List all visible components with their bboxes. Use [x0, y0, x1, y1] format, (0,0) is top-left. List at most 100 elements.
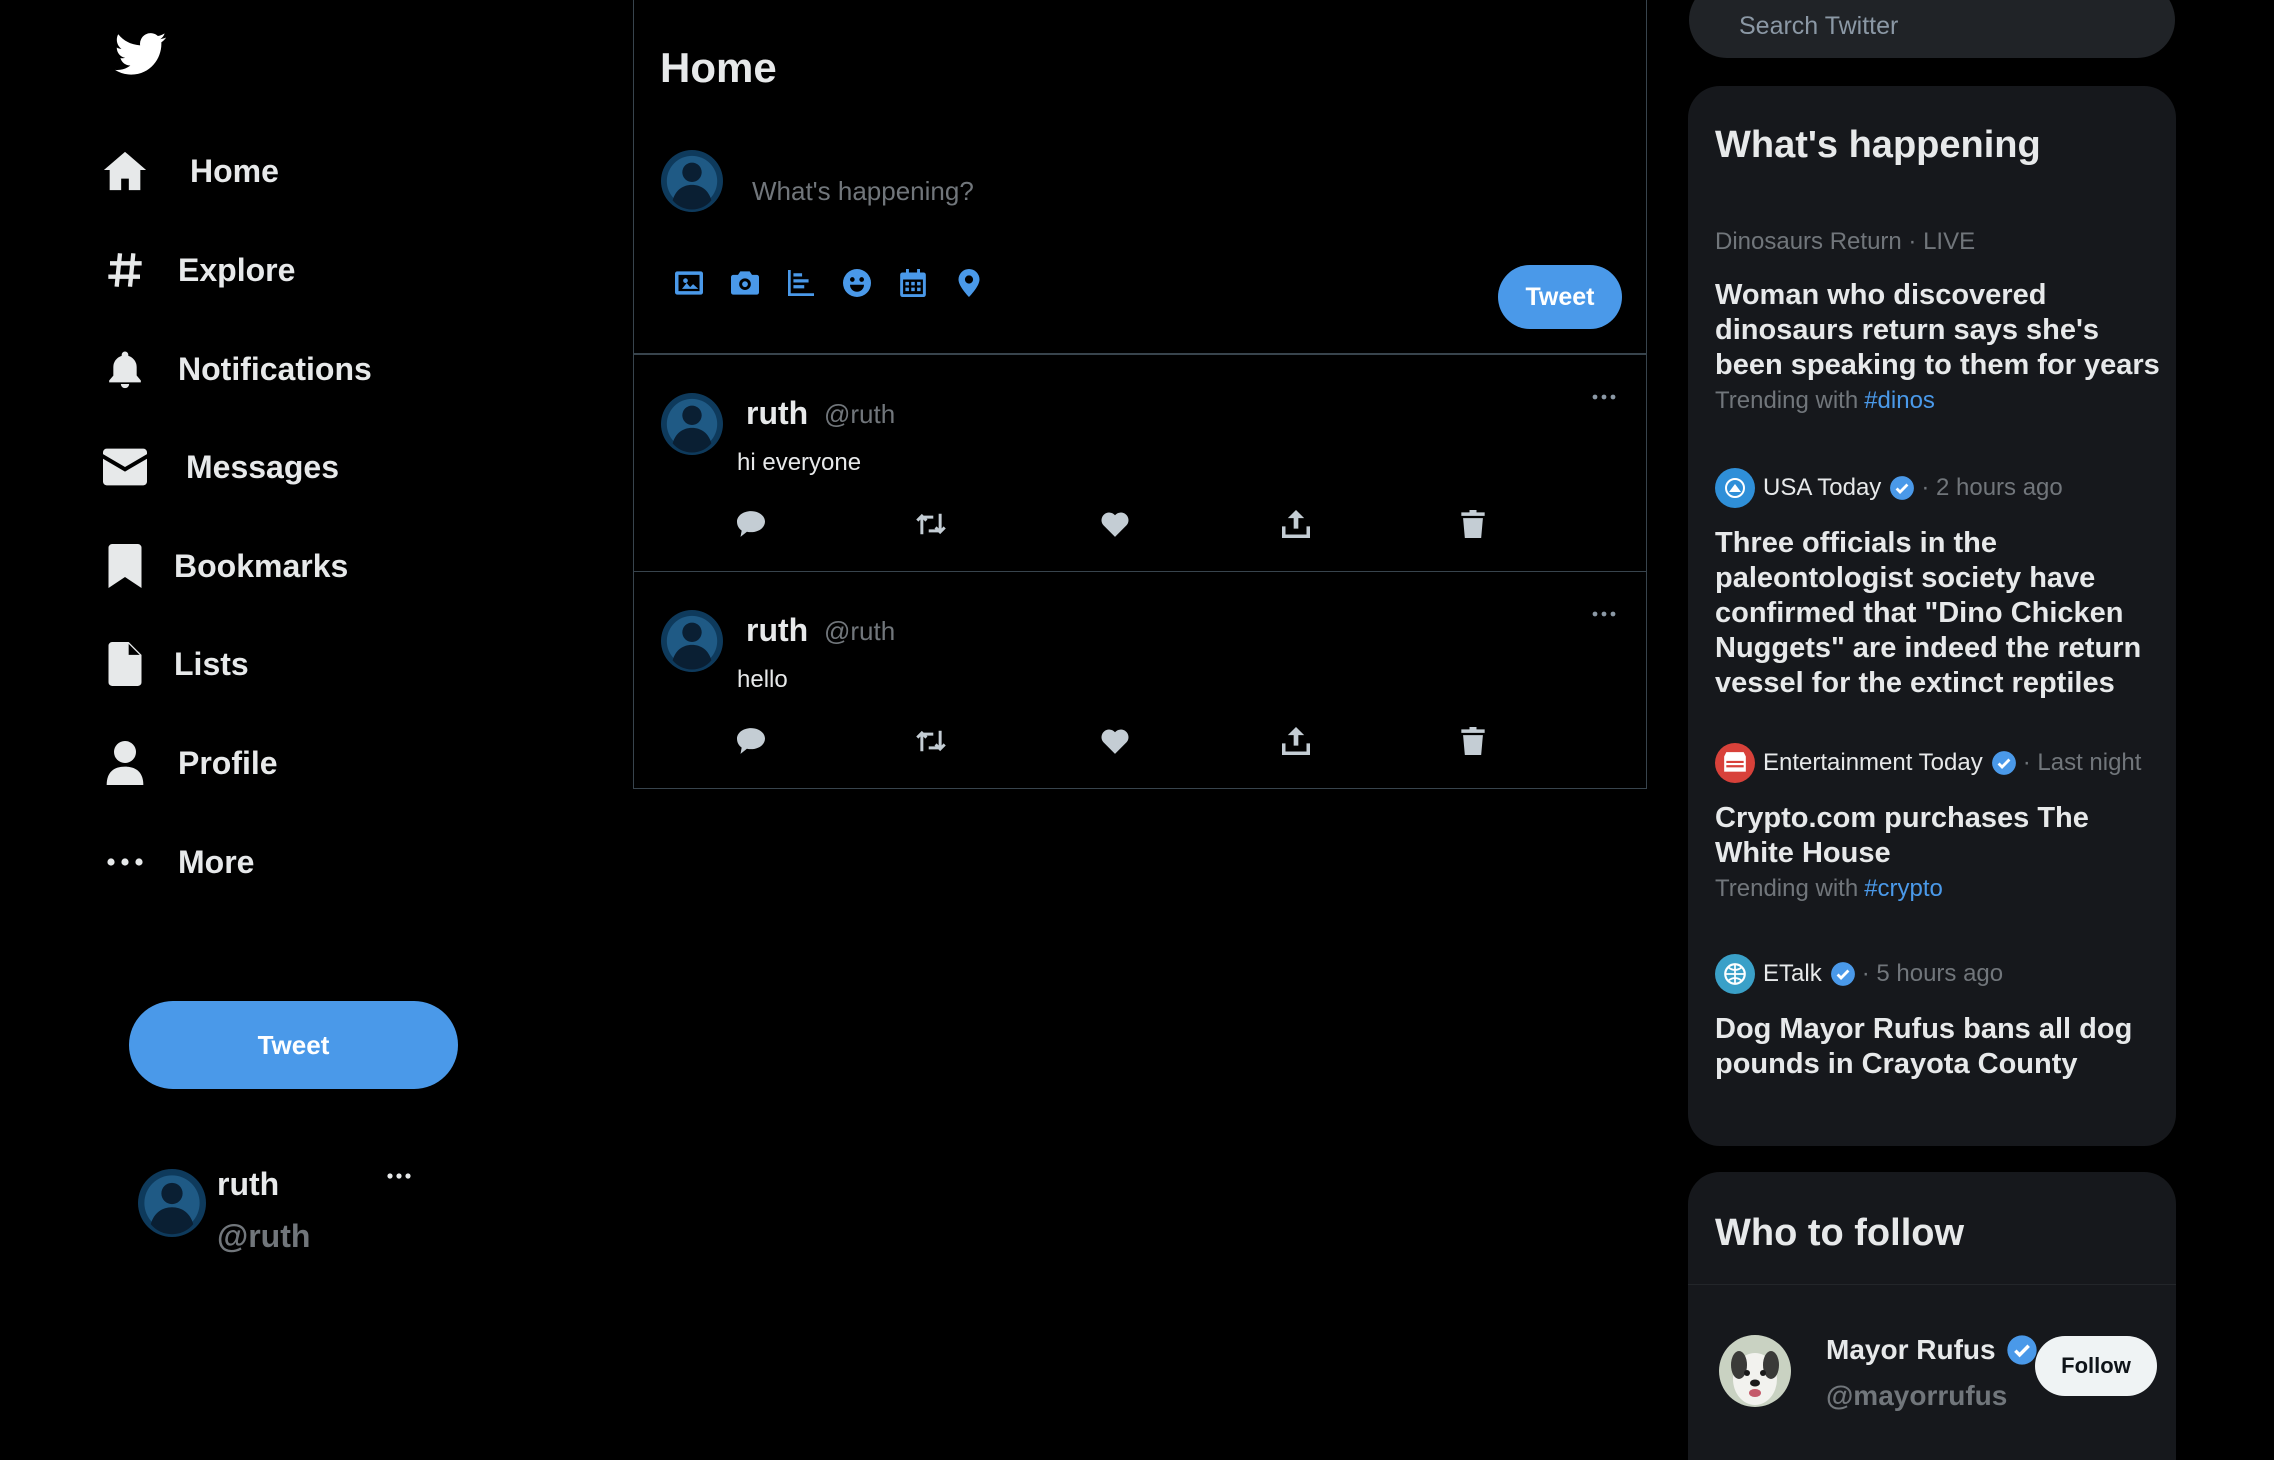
camera-icon[interactable]: [730, 268, 760, 298]
trend-time: 5 hours ago: [1876, 960, 2004, 987]
avatar[interactable]: [661, 393, 723, 455]
nav-lists[interactable]: Lists: [102, 634, 249, 694]
entertainment-today-logo-icon: [1715, 743, 1755, 783]
schedule-icon[interactable]: [898, 268, 928, 298]
avatar: [138, 1169, 206, 1237]
share-icon[interactable]: [1279, 724, 1313, 758]
person-icon: [102, 740, 148, 786]
like-icon[interactable]: [1098, 507, 1132, 541]
nav-explore-label: Explore: [178, 251, 296, 288]
trend-hashtag[interactable]: #crypto: [1864, 875, 1943, 902]
trend-source: USA Today: [1763, 474, 1882, 501]
tweet-author-name[interactable]: ruth: [746, 612, 808, 649]
tweet-actions: [734, 724, 1534, 758]
nav-explore[interactable]: Explore: [102, 240, 295, 300]
trend-source: Dinosaurs Return: [1715, 228, 1902, 255]
nav-home-label: Home: [190, 152, 279, 189]
trend-item[interactable]: ETalk · 5 hours ago Dog Mayor Rufus bans…: [1715, 954, 2165, 1082]
nav-home[interactable]: Home: [102, 141, 279, 201]
follow-user-handle[interactable]: @mayorrufus: [1826, 1380, 2007, 1412]
tweet-author-handle[interactable]: @ruth: [824, 399, 895, 430]
more-options-icon[interactable]: [1589, 604, 1619, 624]
nav-bookmarks-label: Bookmarks: [174, 547, 349, 584]
verified-badge-icon: [1830, 961, 1856, 987]
nav-more[interactable]: More: [102, 832, 254, 892]
trending-with-label: Trending with: [1715, 387, 1859, 414]
poll-icon[interactable]: [786, 268, 816, 298]
tweet-author-name[interactable]: ruth: [746, 395, 808, 432]
trend-headline: Three officials in the paleontologist so…: [1715, 527, 2142, 699]
verified-badge-icon: [2006, 1334, 2038, 1366]
tweet-text: hello: [737, 666, 788, 693]
emoji-icon[interactable]: [842, 268, 872, 298]
avatar: [661, 150, 723, 212]
verified-badge-icon: [1991, 750, 2017, 776]
location-icon[interactable]: [954, 268, 984, 298]
trend-item[interactable]: USA Today · 2 hours ago Three officials …: [1715, 468, 2165, 701]
nav-profile-label: Profile: [178, 744, 278, 781]
nav-profile[interactable]: Profile: [102, 733, 278, 793]
nav-bookmarks[interactable]: Bookmarks: [102, 536, 348, 596]
trending-with-label: Trending with: [1715, 875, 1859, 902]
nav-notifications[interactable]: Notifications: [102, 339, 372, 399]
trend-item[interactable]: Dinosaurs Return · LIVE Woman who discov…: [1715, 228, 2165, 415]
trend-source: Entertainment Today: [1763, 749, 1983, 776]
nav-more-label: More: [178, 843, 255, 880]
tweet-text: hi everyone: [737, 449, 862, 476]
image-icon[interactable]: [674, 268, 704, 298]
trend-time: 2 hours ago: [1935, 474, 2063, 501]
account-switcher[interactable]: ruth @ruth: [138, 1166, 428, 1266]
tweet-card[interactable]: ruth @ruth hello: [633, 571, 1647, 789]
like-icon[interactable]: [1098, 724, 1132, 758]
follow-user-name[interactable]: Mayor Rufus: [1826, 1334, 1996, 1366]
nav-messages[interactable]: Messages: [102, 437, 339, 497]
bookmark-icon: [102, 543, 148, 589]
nav-lists-label: Lists: [174, 645, 249, 682]
search-input[interactable]: [1689, 0, 2175, 58]
avatar[interactable]: [661, 610, 723, 672]
trend-time: Last night: [2037, 749, 2142, 776]
follow-button[interactable]: Follow: [2035, 1336, 2157, 1396]
trend-headline: Dog Mayor Rufus bans all dog pounds in C…: [1715, 1013, 2133, 1080]
compose-toolbar: [674, 268, 1010, 298]
tweet-author-handle[interactable]: @ruth: [824, 616, 895, 647]
section-title: Who to follow: [1715, 1212, 1965, 1254]
tweet-card[interactable]: ruth @ruth hi everyone: [633, 354, 1647, 572]
delete-icon[interactable]: [1456, 724, 1490, 758]
reply-icon[interactable]: [734, 507, 768, 541]
who-to-follow-card: Who to follow Mayor Rufus @mayorrufus Fo…: [1688, 1172, 2176, 1460]
trend-source: ETalk: [1763, 960, 1822, 987]
document-icon: [102, 641, 148, 687]
reply-icon[interactable]: [734, 724, 768, 758]
trend-item[interactable]: Entertainment Today · Last night Crypto.…: [1715, 743, 2165, 903]
trend-headline: Woman who discovered dinosaurs return sa…: [1715, 279, 2160, 381]
verified-badge-icon: [1889, 475, 1915, 501]
envelope-icon: [102, 444, 148, 490]
compose-tweet-button[interactable]: Tweet: [1498, 265, 1622, 329]
twitter-bird-icon[interactable]: [115, 32, 167, 76]
etalk-logo-icon: [1715, 954, 1755, 994]
account-name: ruth: [217, 1166, 280, 1202]
trend-time: LIVE: [1923, 228, 1976, 255]
divider: [1688, 1284, 2176, 1285]
compose-input[interactable]: [752, 170, 1352, 212]
nav-notifications-label: Notifications: [178, 350, 372, 387]
compose-box: Home Tweet: [633, 0, 1647, 354]
trend-hashtag[interactable]: #dinos: [1864, 387, 1935, 414]
more-options-icon[interactable]: [384, 1166, 414, 1186]
retweet-icon[interactable]: [914, 507, 948, 541]
tweet-actions: [734, 507, 1534, 541]
share-icon[interactable]: [1279, 507, 1313, 541]
avatar[interactable]: [1719, 1335, 1791, 1407]
more-options-icon[interactable]: [1589, 387, 1619, 407]
usa-today-logo-icon: [1715, 468, 1755, 508]
delete-icon[interactable]: [1456, 507, 1490, 541]
account-handle: @ruth: [217, 1218, 311, 1254]
retweet-icon[interactable]: [914, 724, 948, 758]
tweet-button[interactable]: Tweet: [129, 1001, 458, 1089]
nav-messages-label: Messages: [186, 448, 339, 485]
bell-icon: [102, 346, 148, 392]
page-title: Home: [660, 44, 777, 91]
home-icon: [102, 148, 148, 194]
section-title: What's happening: [1715, 124, 2041, 166]
